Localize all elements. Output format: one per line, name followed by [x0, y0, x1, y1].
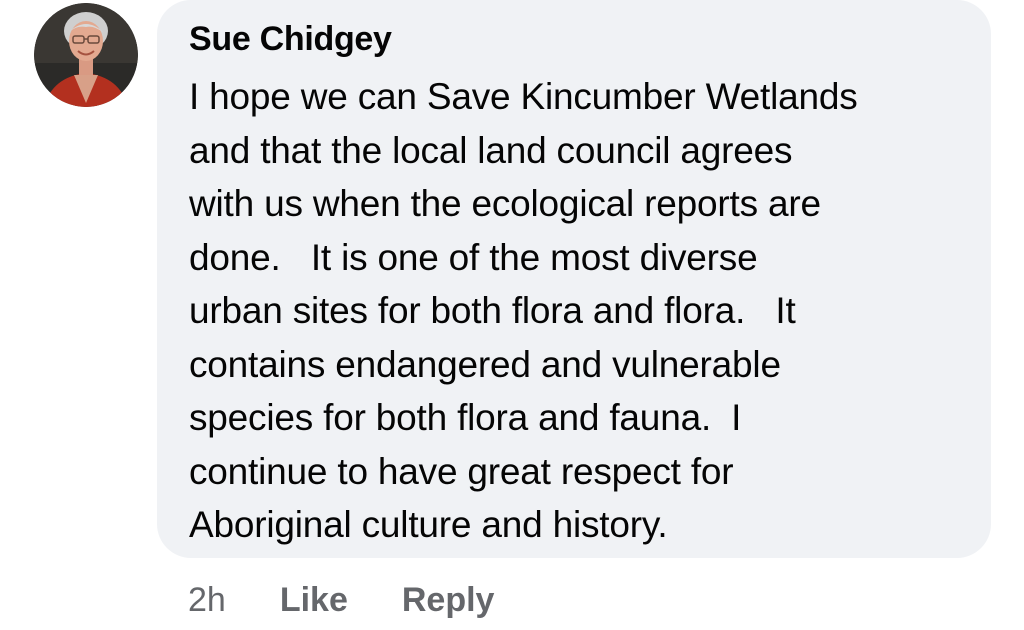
comment-text: I hope we can Save Kincumber Wetlands an… [189, 70, 979, 552]
comment-text-line: species for both flora and fauna. I [189, 397, 742, 438]
like-button[interactable]: Like [280, 581, 348, 620]
reply-button[interactable]: Reply [402, 581, 495, 620]
comment-text-line: I hope we can Save Kincumber Wetlands [189, 76, 858, 117]
comment-text-line: contains endangered and vulnerable [189, 343, 781, 385]
comment-text-line: and that the local land council agrees [189, 129, 793, 171]
comment-actions: 2h Like Reply [188, 578, 494, 622]
comment-text-line: with us when the ecological reports are [189, 183, 821, 224]
comment-timestamp[interactable]: 2h [188, 581, 226, 620]
comment-text-line: Aboriginal culture and history. [189, 504, 668, 545]
comment-container: Sue Chidgey I hope we can Save Kincumber… [0, 0, 1024, 630]
comment-text-line: done. It is one of the most diverse [189, 236, 758, 278]
profile-photo-icon [34, 3, 138, 107]
comment-author-name[interactable]: Sue Chidgey [189, 20, 392, 59]
comment-text-line: urban sites for both flora and flora. It [189, 290, 796, 331]
avatar[interactable] [34, 3, 138, 107]
comment-text-line: continue to have great respect for [189, 450, 734, 492]
